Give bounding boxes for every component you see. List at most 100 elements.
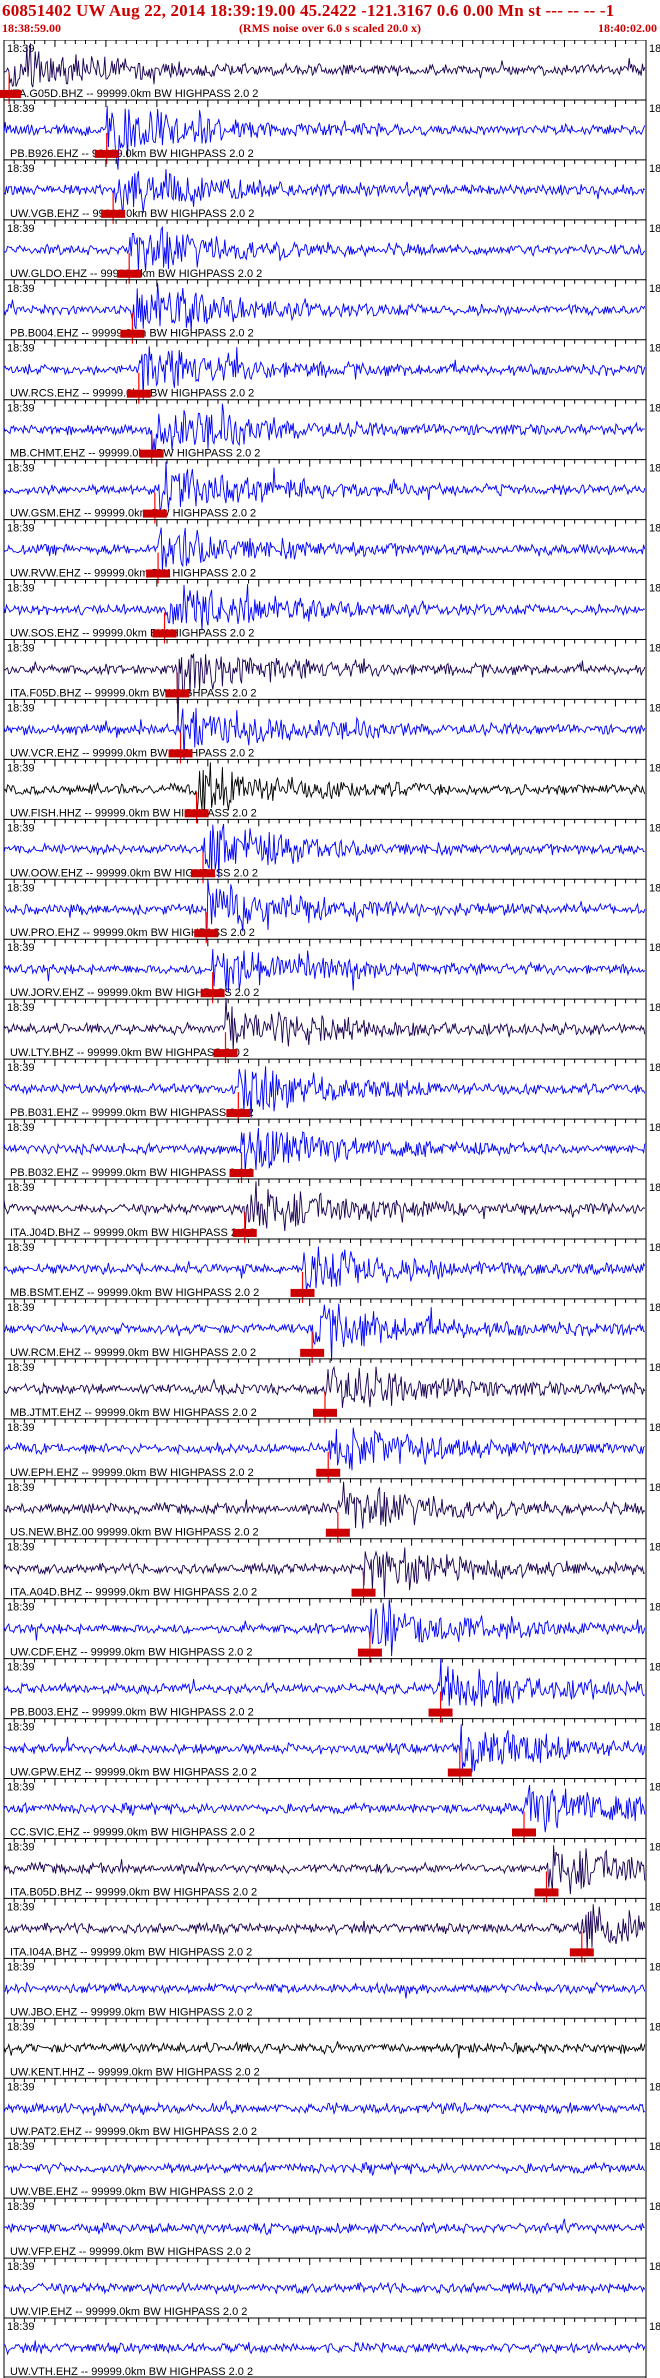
station-label: MB.BSMT.EHZ -- 99999.0km BW HIGHPASS 2.0… [10, 1287, 259, 1299]
waveform-trace [3, 1427, 646, 1471]
time-label-left: 18:39 [7, 1002, 35, 1014]
time-label-right: 18: [649, 1722, 660, 1734]
time-label-right: 18: [649, 2141, 660, 2153]
pick-marker-box [168, 749, 193, 758]
seismogram-panel: 18:39 18: ITA.G05D.BHZ -- 99999.0km BW HIG… [0, 40, 660, 2378]
station-label: UW.CDF.EHZ -- 99999.0km BW HIGHPASS 2.0 … [10, 1647, 252, 1659]
time-label-left: 18:39 [7, 283, 35, 295]
pick-marker-box [139, 449, 164, 458]
time-label-left: 18:39 [7, 2141, 35, 2153]
pick-marker-box [569, 1948, 594, 1957]
time-label-left: 18:39 [7, 1302, 35, 1314]
time-label-left: 18:39 [7, 583, 35, 595]
time-label-left: 18:39 [7, 942, 35, 954]
time-label-right: 18: [649, 403, 660, 415]
time-label-left: 18:39 [7, 343, 35, 355]
station-label: UW.SOS.EHZ -- 99999.0km BW HIGHPASS 2.0 … [10, 627, 254, 639]
time-label-right: 18: [649, 1002, 660, 1014]
time-label-left: 18:39 [7, 1242, 35, 1254]
station-label: US.NEW.BHZ.00 99999.0km BW HIGHPASS 2.0 … [10, 1527, 259, 1539]
time-label-left: 18:39 [7, 1602, 35, 1614]
station-label: ITA.J04D.BHZ -- 99999.0km BW HIGHPASS 2.… [10, 1227, 255, 1239]
time-label-left: 18:39 [7, 523, 35, 535]
station-label: UW.VIP.EHZ -- 99999.0km BW HIGHPASS 2.0 … [10, 2306, 247, 2318]
time-label-left: 18:39 [7, 1901, 35, 1913]
station-label: ITA.F05D.BHZ -- 99999.0km BW HIGHPASS 2.… [10, 687, 257, 699]
record-header: 60851402 UW Aug 22, 2014 18:39:19.00 45.… [0, 0, 660, 40]
station-label: PB.B031.EHZ -- 99999.0km BW HIGHPASS 2.0… [10, 1107, 254, 1119]
station-label: UW.EPH.EHZ -- 99999.0km BW HIGHPASS 2.0 … [10, 1467, 254, 1479]
time-label-left: 18:39 [7, 2081, 35, 2093]
station-label: CC.SVIC.EHZ -- 99999.0km BW HIGHPASS 2.0… [10, 1826, 255, 1838]
time-label-right: 18: [649, 163, 660, 175]
waveform-trace [3, 948, 646, 993]
time-label-right: 18: [649, 1841, 660, 1853]
station-label: PB.B926.EHZ -- 99999.0km BW HIGHPASS 2.0… [10, 148, 254, 160]
station-label: UW.RCM.EHZ -- 99999.0km BW HIGHPASS 2.0 … [10, 1347, 256, 1359]
waveform-trace [3, 2281, 646, 2296]
station-label: UW.FISH.HHZ -- 99999.0km BW HIGHPASS 2.0… [10, 807, 257, 819]
pick-marker-box [313, 1408, 337, 1417]
station-label: UW.VFP.EHZ -- 99999.0km BW HIGHPASS 2.0 … [10, 2246, 251, 2258]
time-label-right: 18: [649, 642, 660, 654]
time-label-left: 18:39 [7, 2261, 35, 2273]
station-label: UW.VTH.EHZ -- 99999.0km BW HIGHPASS 2.0 … [10, 2366, 253, 2378]
waveform-trace [3, 2340, 646, 2356]
time-label-right: 18: [649, 942, 660, 954]
pick-marker-box [229, 1169, 254, 1178]
waveform-trace [3, 2218, 645, 2236]
waveform-trace [3, 43, 646, 88]
station-label: PB.B003.EHZ -- 99999.0km BW HIGHPASS 2.0… [10, 1707, 254, 1719]
waveform-trace [3, 225, 646, 272]
station-label: MB.JTMT.EHZ -- 99999.0km BW HIGHPASS 2.0… [10, 1407, 257, 1419]
station-label: UW.GSM.EHZ -- 99999.0km BW HIGHPASS 2.0 … [10, 508, 256, 520]
time-label-right: 18: [649, 583, 660, 595]
station-label: UW.VGB.EHZ -- 99999.0km BW HIGHPASS 2.0 … [10, 208, 254, 220]
station-label: UW.PAT2.EHZ -- 99999.0km BW HIGHPASS 2.0… [10, 2126, 257, 2138]
pick-marker-box [101, 209, 126, 218]
station-label: UW.VCR.EHZ -- 99999.0km BW HIGHPASS 2.0 … [10, 747, 254, 759]
time-label-left: 18:39 [7, 1961, 35, 1973]
time-label-left: 18:39 [7, 1422, 35, 1434]
waveform-trace [3, 527, 646, 571]
waveform-trace [3, 2161, 646, 2177]
time-label-right: 18: [649, 223, 660, 235]
waveform-trace [3, 1980, 646, 1999]
pick-marker-box [117, 269, 142, 278]
time-label-left: 18:39 [7, 1062, 35, 1074]
time-label-left: 18:39 [7, 1182, 35, 1194]
station-label: MB.CHMT.EHZ -- 99999.0km BW HIGHPASS 2.0… [10, 448, 260, 460]
time-label-left: 18:39 [7, 463, 35, 475]
time-label-right: 18: [649, 1782, 660, 1794]
time-label-right: 18: [649, 1482, 660, 1494]
station-label: UW.VBE.EHZ -- 99999.0km BW HIGHPASS 2.0 … [10, 2186, 253, 2198]
pick-marker-box [94, 149, 119, 158]
time-label-right: 18: [649, 343, 660, 355]
waveform-trace [3, 2041, 646, 2059]
pick-marker-box [226, 1109, 251, 1118]
time-label-left: 18:39 [7, 762, 35, 774]
time-label-left: 18:39 [7, 1362, 35, 1374]
time-label-left: 18:39 [7, 1122, 35, 1134]
waveform-trace [3, 1904, 646, 1951]
time-label-right: 18: [649, 2021, 660, 2033]
time-label-right: 18: [649, 1422, 660, 1434]
time-label-right: 18: [649, 1662, 660, 1674]
time-label-right: 18: [649, 2321, 660, 2333]
time-label-left: 18:39 [7, 1542, 35, 1554]
time-label-right: 18: [649, 1602, 660, 1614]
waveform-trace [3, 998, 646, 1052]
time-label-right: 18: [649, 103, 660, 115]
pick-marker-box [351, 1588, 376, 1597]
time-label-right: 18: [649, 463, 660, 475]
pick-marker-box [232, 1228, 257, 1237]
pick-marker-box [146, 569, 171, 578]
station-label: UW.RVW.EHZ -- 99999.0km BW HIGHPASS 2.0 … [10, 568, 256, 580]
time-label-left: 18:39 [7, 702, 35, 714]
waveform-trace [3, 1181, 646, 1234]
time-label-left: 18:39 [7, 1841, 35, 1853]
time-label-right: 18: [649, 1242, 660, 1254]
waveform-trace [3, 461, 646, 512]
time-label-left: 18:39 [7, 103, 35, 115]
pick-marker-box [213, 1049, 238, 1058]
